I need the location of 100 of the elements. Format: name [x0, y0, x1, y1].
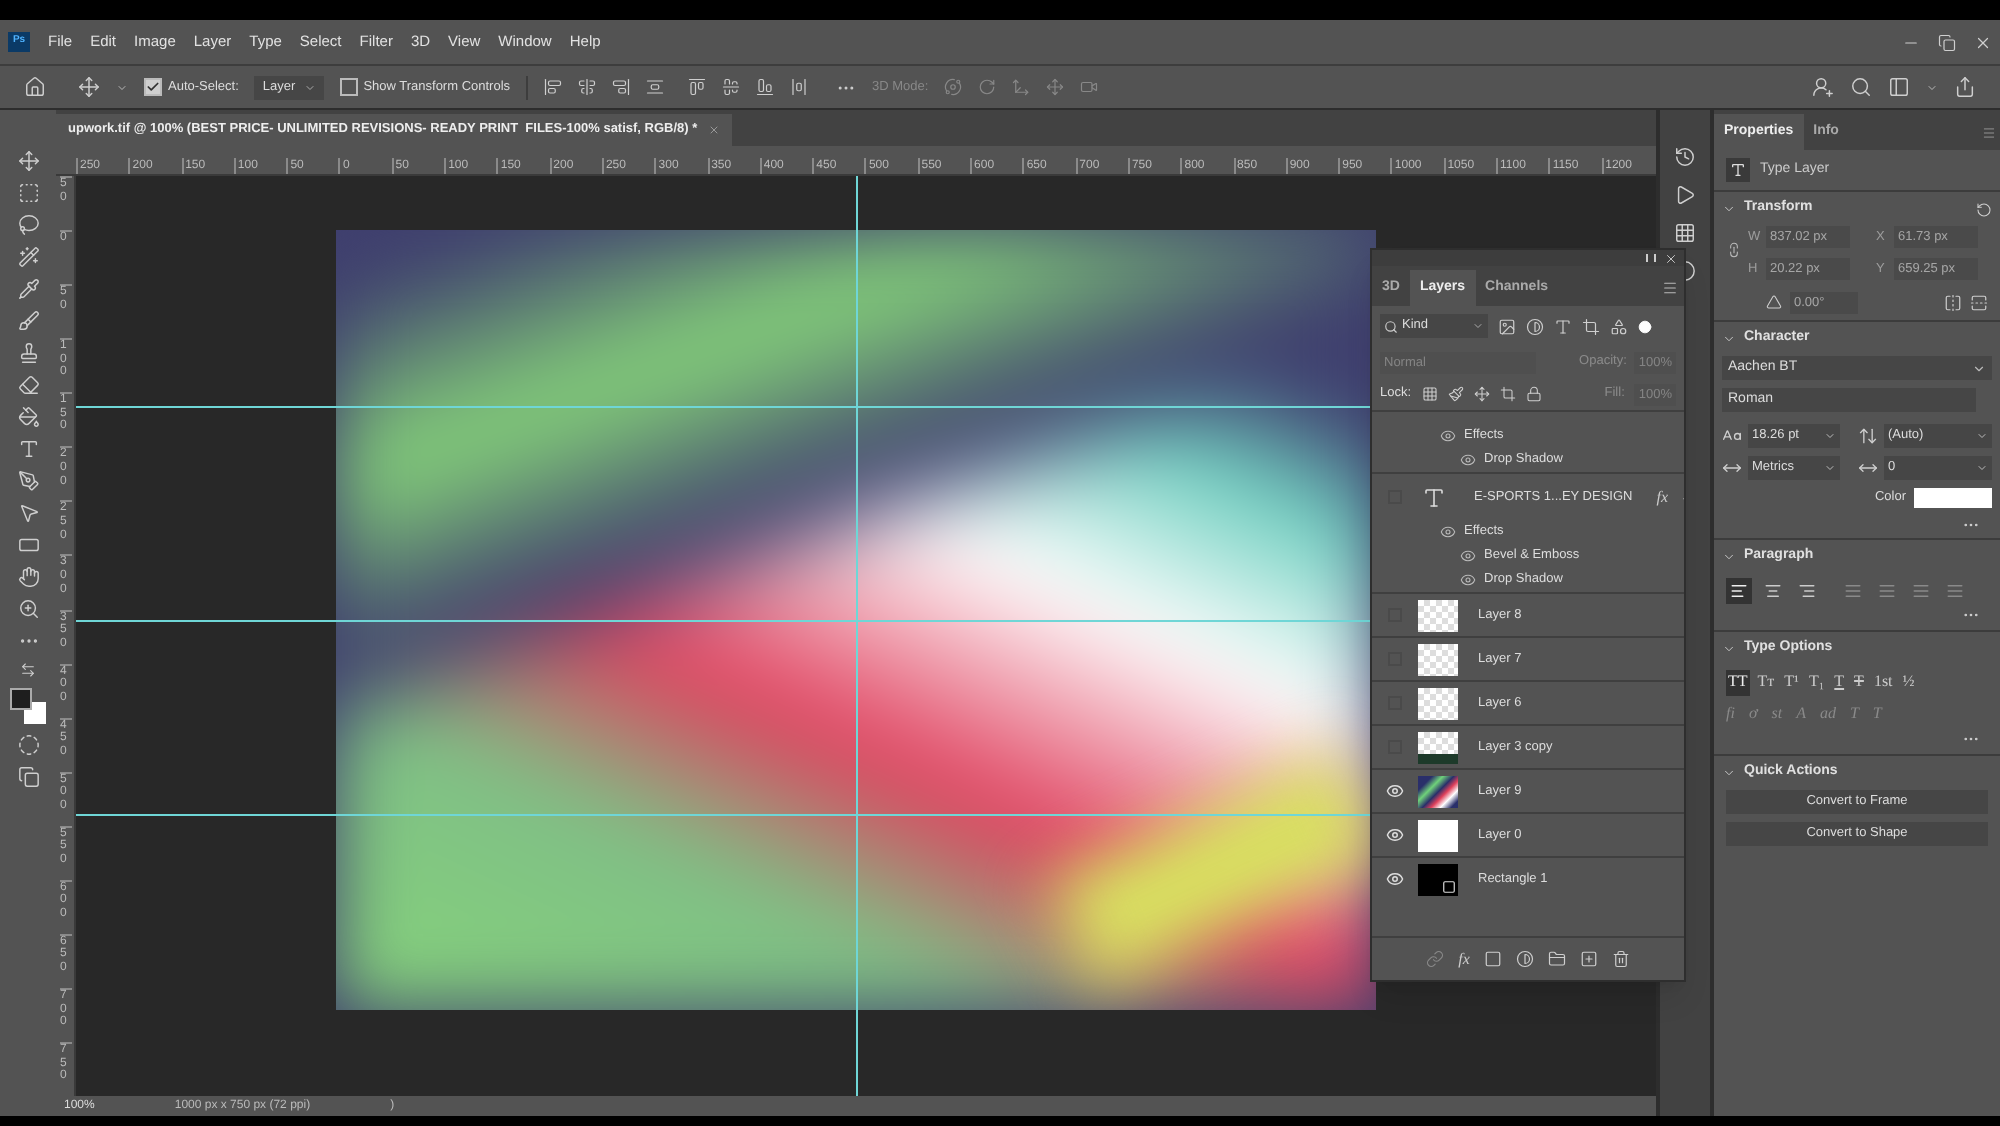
move-tool-icon[interactable]	[17, 150, 39, 172]
section-chevron-icon[interactable]	[1722, 332, 1736, 346]
layer-thumbnail	[1418, 599, 1458, 631]
move-tool-icon[interactable]	[78, 76, 100, 98]
align-center-icon[interactable]	[578, 78, 597, 96]
caret-icon	[303, 81, 316, 93]
new-layer-icon[interactable]	[1579, 950, 1598, 968]
lasso-tool-icon[interactable]	[17, 214, 39, 236]
search-icon[interactable]	[1850, 76, 1872, 98]
workspace-icon[interactable]	[1888, 76, 1910, 98]
lock-position-icon[interactable]	[1473, 386, 1490, 402]
swap-colors-icon[interactable]	[20, 662, 36, 678]
selection-tool-icon[interactable]	[17, 502, 39, 524]
type-filter-icon[interactable]	[1554, 317, 1572, 335]
fx-indicator: fx	[1656, 485, 1669, 509]
restore-icon[interactable]	[1938, 33, 1956, 51]
marquee-tool-icon[interactable]	[17, 182, 39, 204]
align-right-icon[interactable]	[612, 78, 631, 96]
layer-style-button[interactable]: fx	[1458, 947, 1470, 971]
mask-icon[interactable]	[1483, 950, 1502, 968]
grid-icon[interactable]	[1674, 222, 1696, 244]
type-tool-icon[interactable]	[17, 438, 39, 460]
type-style-button[interactable]: T¹	[1782, 669, 1801, 695]
reset-icon[interactable]	[1976, 201, 1992, 217]
eraser-tool-icon[interactable]	[17, 374, 39, 396]
share-icon[interactable]	[1954, 76, 1976, 98]
shape-badge-icon	[1442, 879, 1456, 893]
align-top-icon[interactable]	[688, 78, 707, 96]
kerning-icon[interactable]	[1722, 458, 1742, 478]
angle-icon[interactable]	[1766, 294, 1782, 310]
type-style-button[interactable]: T	[1852, 669, 1866, 695]
type-style-button[interactable]: 1st	[1871, 669, 1895, 695]
checkbox[interactable]	[339, 78, 358, 96]
adjustment-layer-icon[interactable]	[1515, 950, 1534, 968]
paint-bucket-tool-icon[interactable]	[17, 406, 39, 428]
type-style-button[interactable]: TT	[1726, 669, 1750, 695]
brush-tool-icon[interactable]	[17, 310, 39, 332]
leading-icon[interactable]	[1858, 426, 1878, 446]
close-icon[interactable]	[707, 124, 720, 136]
visibility-eye[interactable]	[1382, 867, 1406, 891]
type-style-button[interactable]: T₁	[1806, 669, 1827, 695]
align-middle-icon[interactable]	[722, 78, 741, 96]
stamp-tool-icon[interactable]	[17, 342, 39, 364]
folder-icon[interactable]	[1547, 950, 1566, 968]
caret-icon	[1472, 320, 1484, 332]
eye-icon[interactable]	[1440, 524, 1456, 540]
lock-transparency-icon[interactable]	[1421, 386, 1438, 402]
user-icon[interactable]	[1812, 76, 1834, 98]
smart-object-filter-icon[interactable]	[1610, 317, 1628, 335]
type-style-button[interactable]: Tт	[1755, 669, 1777, 695]
play-icon[interactable]	[1674, 184, 1696, 206]
eyedropper-tool-icon[interactable]	[17, 278, 39, 300]
section-chevron-icon[interactable]	[1722, 642, 1736, 656]
eye-icon[interactable]	[1460, 572, 1476, 588]
pixel-filter-icon[interactable]	[1498, 317, 1516, 335]
zoom-tool-icon[interactable]	[17, 598, 39, 620]
screen-mode-icon[interactable]	[17, 766, 39, 788]
shape-filter-icon[interactable]	[1582, 317, 1600, 335]
search-icon	[1384, 319, 1398, 333]
link-dimensions-icon[interactable]	[1726, 242, 1742, 258]
quick-mask-icon[interactable]	[17, 734, 39, 756]
eye-icon[interactable]	[1460, 548, 1476, 564]
pen-tool-icon[interactable]	[17, 470, 39, 492]
hand-tool-icon[interactable]	[17, 566, 39, 588]
section-chevron-icon[interactable]	[1722, 766, 1736, 780]
section-chevron-icon[interactable]	[1722, 550, 1736, 564]
layer-thumbnail	[1418, 731, 1458, 763]
eye-icon[interactable]	[1460, 452, 1476, 468]
flip-horizontal-icon[interactable]	[1944, 293, 1962, 311]
caret-icon	[1976, 462, 1988, 474]
eye-icon[interactable]	[1440, 428, 1456, 444]
lock-artboard-icon[interactable]	[1499, 386, 1516, 402]
tracking-icon[interactable]	[1858, 458, 1878, 478]
trash-icon[interactable]	[1611, 950, 1630, 968]
panel-menu-icon[interactable]	[1662, 280, 1678, 296]
font-size-icon[interactable]	[1722, 426, 1742, 446]
distribute-icon[interactable]	[646, 78, 665, 96]
filter-toggle-icon[interactable]	[1638, 319, 1652, 333]
close-icon[interactable]	[1974, 33, 1992, 51]
color-swatch[interactable]	[1914, 488, 1992, 508]
home-icon[interactable]	[24, 76, 46, 98]
align-bottom-icon[interactable]	[756, 78, 775, 96]
section-chevron-icon[interactable]	[1722, 202, 1736, 216]
lock-pixels-icon[interactable]	[1447, 386, 1464, 402]
type-style-button[interactable]: T	[1832, 669, 1847, 695]
close-icon[interactable]	[1664, 251, 1678, 265]
paragraph-align-button[interactable]	[1726, 577, 1752, 603]
type-style-button[interactable]: ½	[1900, 669, 1917, 695]
visibility-eye[interactable]	[1382, 823, 1406, 847]
flip-vertical-icon[interactable]	[1970, 293, 1988, 311]
color-swatches[interactable]	[10, 688, 46, 724]
checkbox[interactable]	[144, 78, 162, 96]
visibility-eye[interactable]	[1382, 779, 1406, 803]
align-left-icon[interactable]	[544, 78, 563, 96]
rectangle-tool-icon[interactable]	[17, 534, 39, 556]
distribute-icon[interactable]	[790, 78, 809, 96]
adjustment-filter-icon[interactable]	[1526, 317, 1544, 335]
lock-icon[interactable]	[1525, 386, 1542, 402]
magic-wand-tool-icon[interactable]	[17, 246, 39, 268]
history-icon[interactable]	[1674, 146, 1696, 168]
